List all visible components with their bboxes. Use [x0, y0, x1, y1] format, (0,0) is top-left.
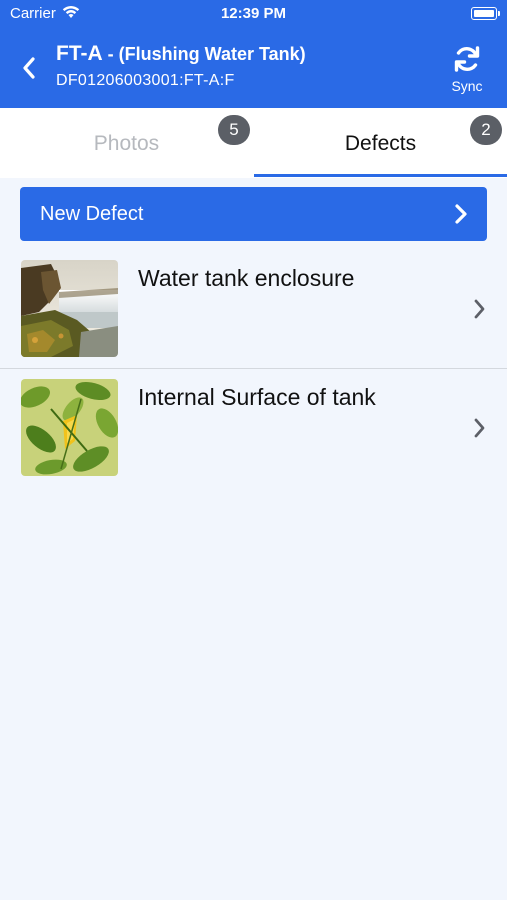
back-button[interactable]	[14, 50, 44, 86]
sync-button[interactable]: Sync	[445, 44, 489, 100]
chevron-right-icon	[455, 204, 467, 224]
chevron-left-icon	[23, 57, 35, 79]
page-title-main: FT-A	[56, 42, 103, 65]
tab-photos[interactable]: Photos 5	[0, 108, 253, 178]
chevron-right-icon	[474, 299, 485, 319]
status-bar: Carrier 12:39 PM	[0, 0, 507, 28]
page-subtitle: DF01206003001:FT-A:F	[56, 72, 235, 89]
tab-bar: Photos 5 Defects 2	[0, 108, 507, 178]
photos-count-badge: 5	[218, 115, 250, 145]
defect-title: Internal Surface of tank	[138, 384, 376, 410]
defect-title: Water tank enclosure	[138, 265, 355, 291]
refresh-icon	[454, 46, 480, 72]
clock: 12:39 PM	[220, 5, 287, 22]
tab-defects-label: Defects	[344, 132, 417, 155]
new-defect-label: New Defect	[40, 203, 144, 225]
defect-list: Water tank enclosure Internal Surface of	[0, 250, 507, 488]
header-titles: FT-A - (Flushing Water Tank) DF012060030…	[56, 42, 306, 90]
tab-defects[interactable]: Defects 2	[254, 108, 507, 178]
page-title-description: - (Flushing Water Tank)	[102, 44, 306, 64]
leaves-thumbnail	[21, 379, 118, 476]
list-item[interactable]: Internal Surface of tank	[0, 369, 507, 488]
list-item[interactable]: Water tank enclosure	[0, 250, 507, 369]
waterfall-photo	[21, 260, 118, 357]
waterfall-thumbnail	[21, 260, 118, 357]
chevron-right-icon	[474, 418, 485, 438]
battery-icon	[471, 7, 500, 20]
header-bar: Carrier 12:39 PM FT-A - (Flushing Water …	[0, 0, 507, 108]
tab-photos-label: Photos	[93, 132, 160, 155]
page-title: FT-A - (Flushing Water Tank)	[56, 42, 306, 66]
leaves-photo	[21, 379, 118, 476]
defects-count-badge: 2	[470, 115, 502, 145]
new-defect-button[interactable]: New Defect	[20, 187, 487, 241]
sync-label: Sync	[451, 78, 483, 94]
